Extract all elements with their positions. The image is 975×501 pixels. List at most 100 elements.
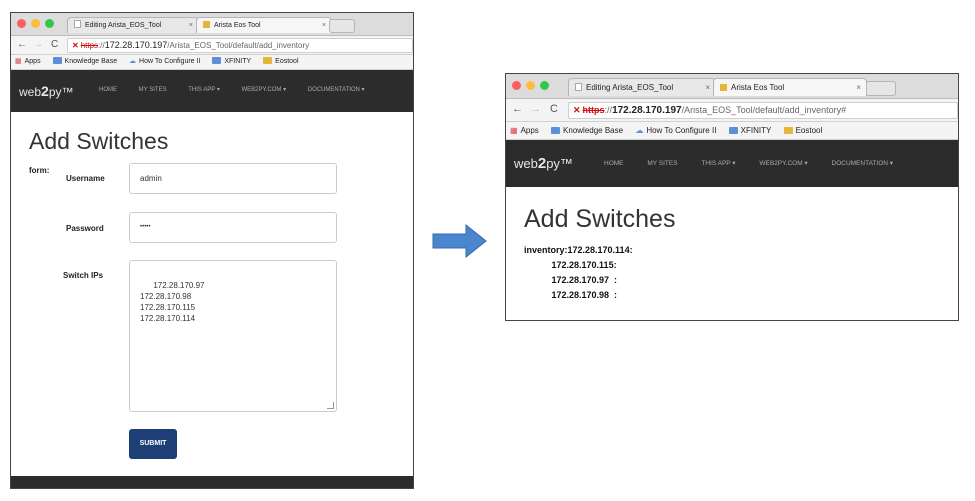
bookmark-eostool[interactable]: Eostool <box>263 55 299 69</box>
resize-handle-icon[interactable] <box>327 402 334 409</box>
tab-favicon-icon <box>720 84 727 91</box>
nav-documentation[interactable]: DOCUMENTATION ▾ <box>308 86 365 93</box>
bookmark-knowledge-base[interactable]: Knowledge Base <box>551 122 623 139</box>
page-icon <box>74 20 81 28</box>
forward-icon[interactable]: → <box>530 103 541 115</box>
bookmark-knowledge-base[interactable]: Knowledge Base <box>52 55 117 69</box>
page-title: Add Switches <box>524 205 676 233</box>
bookmarks-bar: ▦ Apps Knowledge Base ☁ How To Configure I… <box>506 122 958 140</box>
cloud-icon: ☁ <box>129 58 137 65</box>
new-tab-button[interactable] <box>329 19 355 33</box>
window-controls <box>512 81 549 90</box>
form-label: form: <box>29 166 50 175</box>
bookmark-eostool[interactable]: Eostool <box>783 122 822 139</box>
address-bar-row: ← → C ✕ https://172.28.170.197/Arista_EOS… <box>506 99 958 122</box>
insecure-lock-icon: ✕ <box>72 41 79 50</box>
nav-my-sites[interactable]: MY SITES <box>647 160 677 167</box>
inventory-row: 172.28.170.115: <box>524 260 617 270</box>
tab-editing[interactable]: Editing Arista_EOS_Tool × <box>67 17 199 33</box>
switch-ips-textarea[interactable]: 172.28.170.97 172.28.170.98 172.28.170.1… <box>129 260 337 412</box>
tab-close-icon[interactable]: × <box>189 18 193 33</box>
apps-icon: ▦ <box>510 126 518 135</box>
tab-arista-eos-tool[interactable]: Arista Eos Tool × <box>196 17 332 33</box>
page-content: Add Switches inventory:172.28.170.114: 1… <box>506 187 958 320</box>
tab-close-icon[interactable]: × <box>322 18 326 33</box>
address-bar-row: ← → C ✕ https://172.28.170.197/Arista_EOS… <box>11 36 413 55</box>
browser-window-after: Editing Arista_EOS_Tool × Arista Eos Too… <box>505 73 959 321</box>
nav-web2py-com[interactable]: WEB2PY.COM ▾ <box>242 86 287 93</box>
tab-label: Editing Arista_EOS_Tool <box>85 22 162 29</box>
page-icon <box>575 83 582 91</box>
tab-favicon-icon <box>203 21 210 28</box>
bookmark-how-to-configure[interactable]: ☁ How To Configure II <box>635 122 716 139</box>
apps-icon: ▦ <box>15 58 22 65</box>
inventory-row: 172.28.170.98 : <box>524 290 618 300</box>
reload-icon[interactable]: C <box>51 39 58 50</box>
folder-icon <box>783 127 793 134</box>
minimize-window-icon[interactable] <box>31 19 40 28</box>
nav-home[interactable]: HOME <box>99 87 117 93</box>
tab-label: Editing Arista_EOS_Tool <box>586 83 674 92</box>
web2py-navbar: web2py™ HOME MY SITES THIS APP ▾ WEB2PY.… <box>11 70 413 112</box>
window-controls <box>17 19 54 28</box>
forward-icon[interactable]: → <box>33 39 43 50</box>
folder-icon <box>52 57 62 64</box>
switch-ips-text: 172.28.170.97 172.28.170.98 172.28.170.1… <box>140 281 205 323</box>
inventory-list: inventory:172.28.170.114: 172.28.170.115… <box>524 243 633 303</box>
maximize-window-icon[interactable] <box>45 19 54 28</box>
tab-bar: Editing Arista_EOS_Tool × Arista Eos Too… <box>506 74 958 99</box>
nav-my-sites[interactable]: MY SITES <box>139 87 167 93</box>
username-label: Username <box>66 174 105 183</box>
page-footer <box>11 476 413 488</box>
bookmark-apps[interactable]: ▦ Apps <box>510 122 539 139</box>
folder-icon <box>212 57 222 64</box>
brand-logo[interactable]: web2py™ <box>19 83 74 99</box>
tab-label: Arista Eos Tool <box>731 83 785 92</box>
insecure-lock-icon: ✕ <box>573 105 581 115</box>
minimize-window-icon[interactable] <box>526 81 535 90</box>
web2py-navbar: web2py™ HOME MY SITES THIS APP ▾ WEB2PY.… <box>506 140 958 187</box>
switch-ips-label: Switch IPs <box>63 271 104 280</box>
bookmarks-bar: ▦ Apps Knowledge Base ☁ How To Configure I… <box>11 55 413 70</box>
tab-arista-eos-tool[interactable]: Arista Eos Tool × <box>713 78 867 96</box>
page-content: Add Switches form: Username admin Passwo… <box>11 112 413 467</box>
cloud-icon: ☁ <box>635 126 644 135</box>
close-window-icon[interactable] <box>17 19 26 28</box>
password-input[interactable]: ••••• <box>129 212 337 243</box>
inventory-row: 172.28.170.97 : <box>524 275 618 285</box>
url-input[interactable]: ✕ https://172.28.170.197/Arista_EOS_Tool/… <box>568 102 958 119</box>
back-icon[interactable]: ← <box>512 103 523 115</box>
bookmark-xfinity[interactable]: XFINITY <box>212 55 251 69</box>
bookmark-xfinity[interactable]: XFINITY <box>728 122 771 139</box>
brand-logo[interactable]: web2py™ <box>514 155 573 172</box>
folder-icon <box>263 57 273 64</box>
folder-icon <box>551 127 561 134</box>
browser-window-before: Editing Arista_EOS_Tool × Arista Eos Too… <box>10 12 414 489</box>
nav-home[interactable]: HOME <box>604 160 624 167</box>
maximize-window-icon[interactable] <box>540 81 549 90</box>
nav-documentation[interactable]: DOCUMENTATION ▾ <box>832 159 894 167</box>
inventory-row: inventory:172.28.170.114: <box>524 245 633 255</box>
username-input[interactable]: admin <box>129 163 337 194</box>
tab-bar: Editing Arista_EOS_Tool × Arista Eos Too… <box>11 13 413 36</box>
submit-button[interactable]: SUBMIT <box>129 429 177 459</box>
close-window-icon[interactable] <box>512 81 521 90</box>
tab-close-icon[interactable]: × <box>856 79 861 96</box>
nav-this-app[interactable]: THIS APP ▾ <box>701 159 735 167</box>
back-icon[interactable]: ← <box>17 39 27 50</box>
password-label: Password <box>66 224 104 233</box>
tab-editing[interactable]: Editing Arista_EOS_Tool × <box>568 78 716 96</box>
tab-close-icon[interactable]: × <box>705 79 710 96</box>
page-title: Add Switches <box>29 128 169 154</box>
nav-web2py-com[interactable]: WEB2PY.COM ▾ <box>759 159 807 167</box>
nav-links: HOME MY SITES THIS APP ▾ WEB2PY.COM ▾ DO… <box>604 159 893 167</box>
bookmark-apps[interactable]: ▦ Apps <box>15 55 41 69</box>
folder-icon <box>728 127 738 134</box>
tab-label: Arista Eos Tool <box>214 22 261 29</box>
nav-this-app[interactable]: THIS APP ▾ <box>188 86 220 93</box>
reload-icon[interactable]: C <box>550 103 558 115</box>
nav-links: HOME MY SITES THIS APP ▾ WEB2PY.COM ▾ DO… <box>99 86 365 93</box>
url-input[interactable]: ✕ https://172.28.170.197/Arista_EOS_Tool/… <box>67 38 413 53</box>
bookmark-how-to-configure[interactable]: ☁ How To Configure II <box>129 55 200 69</box>
new-tab-button[interactable] <box>866 81 896 96</box>
